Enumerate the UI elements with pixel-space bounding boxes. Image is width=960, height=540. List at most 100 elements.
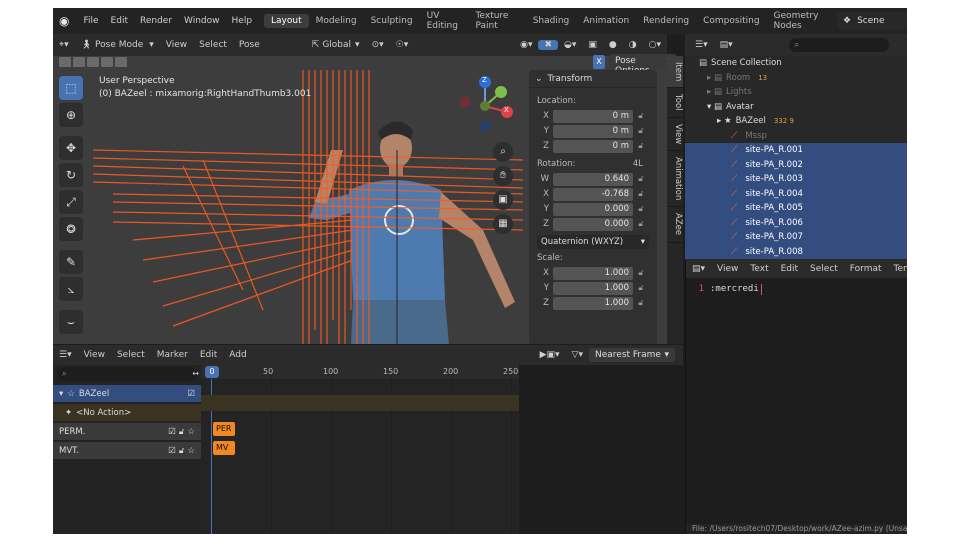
menu-nla-select[interactable]: Select	[111, 350, 151, 360]
outliner-item-site-pa-r-002[interactable]: ⟋ site-PA_R.002	[685, 157, 907, 172]
lock-icon[interactable]: 🔓︎	[633, 204, 649, 214]
perspective-grid-icon[interactable]: ▦	[493, 214, 513, 234]
scene-selector[interactable]: ❖ Scene	[837, 12, 907, 30]
navigation-gizmo[interactable]: Z X	[455, 74, 521, 140]
select-box-icon[interactable]: ⬚	[59, 76, 83, 100]
menu-render[interactable]: Render	[134, 16, 178, 26]
outliner-search-input[interactable]: ⌕	[788, 38, 889, 52]
rotation-x-field[interactable]: -0.768	[553, 187, 633, 201]
location-z-field[interactable]: 0 m	[553, 139, 633, 153]
checkbox-icon[interactable]: ☑	[168, 446, 176, 456]
shading-material-icon[interactable]: ◑	[623, 40, 643, 50]
outliner-item-site-pa-r-004[interactable]: ⟋ site-PA_R.004	[685, 186, 907, 201]
menu-view[interactable]: View	[160, 40, 193, 50]
menu-file[interactable]: File	[77, 16, 104, 26]
current-frame-indicator[interactable]: 0	[205, 366, 219, 378]
camera-icon[interactable]: ▣	[493, 190, 513, 210]
orientation-selector[interactable]: ⇱ Global ▾	[306, 40, 366, 50]
pivot-icon[interactable]: ⊙▾	[366, 40, 390, 50]
nla-cursor-icon[interactable]: ▶▣▾	[534, 350, 566, 360]
measure-icon[interactable]: ⦣	[59, 277, 83, 301]
lock-icon[interactable]: 🔓︎	[179, 427, 185, 437]
lock-icon[interactable]: 🔓︎	[179, 446, 185, 456]
outliner-item-room[interactable]: ▸ ▤ Room 13	[685, 71, 907, 86]
scale-y-field[interactable]: 1.000	[553, 281, 633, 295]
menu-te-select[interactable]: Select	[804, 264, 844, 274]
tab-view[interactable]: View	[667, 118, 683, 152]
snap-icon[interactable]: ☉▾	[390, 40, 415, 50]
mode-selector[interactable]: 🚶︎ Pose Mode ▾	[75, 40, 160, 50]
outliner-item-site-pa-r-008[interactable]: ⟋ site-PA_R.008	[685, 244, 907, 259]
tab-animation-side[interactable]: Animation	[667, 151, 683, 208]
rotation-w-field[interactable]: 0.640	[553, 172, 633, 186]
nla-strip[interactable]: MV	[213, 441, 235, 455]
outliner-item-site-pa-r-005[interactable]: ⟋ site-PA_R.005	[685, 201, 907, 216]
nla-strip[interactable]: PER	[213, 422, 235, 436]
scene-collection-row[interactable]: ▤ Scene Collection	[685, 56, 907, 71]
annotate-icon[interactable]: ✎	[59, 250, 83, 274]
menu-pose[interactable]: Pose	[233, 40, 266, 50]
outliner-editor-icon[interactable]: ☰▾	[689, 40, 714, 50]
star-icon[interactable]: ☆	[187, 446, 195, 456]
nla-track-row[interactable]: PERM. ☑ 🔓︎ ☆	[53, 423, 201, 440]
filter-icon[interactable]: ▽▾	[566, 350, 589, 360]
scale-icon[interactable]: ⤢	[59, 190, 83, 214]
outliner-item-bazeel[interactable]: ▸ ★ BAZeel 332 9	[685, 114, 907, 129]
overlay-icon[interactable]: ◒▾	[558, 40, 582, 50]
menu-te-view[interactable]: View	[711, 264, 744, 274]
lock-icon[interactable]: 🔓︎	[633, 283, 649, 293]
transform-panel-header[interactable]: ⌄ Transform	[529, 70, 657, 88]
menu-te-templates[interactable]: Templa	[888, 264, 907, 274]
lock-icon[interactable]: 🔓︎	[633, 126, 649, 136]
scale-x-field[interactable]: 1.000	[553, 266, 633, 280]
tab-tool[interactable]: Tool	[667, 88, 683, 118]
menu-nla-edit[interactable]: Edit	[194, 350, 223, 360]
lock-icon[interactable]: 🔓︎	[633, 174, 649, 184]
lock-icon[interactable]: 🔓︎	[633, 111, 649, 121]
display-mode-icon[interactable]: ▤▾	[714, 40, 739, 50]
tab-layout[interactable]: Layout	[264, 14, 309, 28]
lock-icon[interactable]: 🔓︎	[633, 189, 649, 199]
menu-help[interactable]: Help	[226, 16, 259, 26]
menu-te-format[interactable]: Format	[844, 264, 888, 274]
star-icon[interactable]: ☆	[187, 427, 195, 437]
nla-action-row[interactable]: ✦ <No Action>	[53, 404, 201, 421]
tab-compositing[interactable]: Compositing	[696, 14, 766, 28]
outliner-item-site-pa-r-006[interactable]: ⟋ site-PA_R.006	[685, 215, 907, 230]
zoom-icon[interactable]: ⌕	[493, 142, 513, 162]
tab-rendering[interactable]: Rendering	[636, 14, 696, 28]
tab-shading[interactable]: Shading	[526, 14, 577, 28]
tab-item[interactable]: Item	[667, 56, 683, 89]
blender-logo-icon[interactable]: ◉	[59, 14, 69, 28]
lock-icon[interactable]: 🔓︎	[633, 141, 649, 151]
rotation-mode-tag[interactable]: 4L	[633, 159, 643, 171]
shading-rendered-icon[interactable]: ○▾	[643, 40, 667, 50]
tab-animation[interactable]: Animation	[576, 14, 636, 28]
snap-dropdown[interactable]: Nearest Frame ▾	[589, 348, 675, 362]
tab-geometry-nodes[interactable]: Geometry Nodes	[767, 9, 837, 33]
lock-icon[interactable]: 🔓︎	[633, 298, 649, 308]
outliner-item-mssp[interactable]: ⟋ Mssp	[685, 129, 907, 144]
tab-azee[interactable]: AZee	[667, 207, 683, 243]
menu-window[interactable]: Window	[178, 16, 226, 26]
pose-curve-icon[interactable]: ⌣	[59, 310, 83, 334]
text-line[interactable]: 1 :mercredi	[686, 282, 907, 296]
nla-object-row[interactable]: ▾ ☆ BAZeel ☑	[53, 385, 201, 402]
menu-nla-add[interactable]: Add	[223, 350, 252, 360]
outliner-item-avatar[interactable]: ▾ ▤ Avatar	[685, 100, 907, 115]
location-x-field[interactable]: 0 m	[553, 109, 633, 123]
menu-te-text[interactable]: Text	[744, 264, 774, 274]
nla-search-input[interactable]: ⌕ ↔	[57, 367, 199, 381]
menu-nla-view[interactable]: View	[78, 350, 111, 360]
menu-select[interactable]: Select	[193, 40, 233, 50]
outliner-item-site-pa-r-007[interactable]: ⟋ site-PA_R.007	[685, 230, 907, 245]
tab-texture-paint[interactable]: Texture Paint	[469, 9, 526, 33]
nla-editor-icon[interactable]: ☰▾	[53, 350, 78, 360]
tab-uv-editing[interactable]: UV Editing	[420, 9, 469, 33]
editor-type-icon[interactable]: ⌖▾	[53, 40, 75, 50]
selection-mode-icons[interactable]	[59, 57, 127, 67]
tab-modeling[interactable]: Modeling	[309, 14, 364, 28]
menu-te-edit[interactable]: Edit	[775, 264, 804, 274]
rotation-y-field[interactable]: 0.000	[553, 202, 633, 216]
outliner-item-lights[interactable]: ▸ ▤ Lights	[685, 85, 907, 100]
